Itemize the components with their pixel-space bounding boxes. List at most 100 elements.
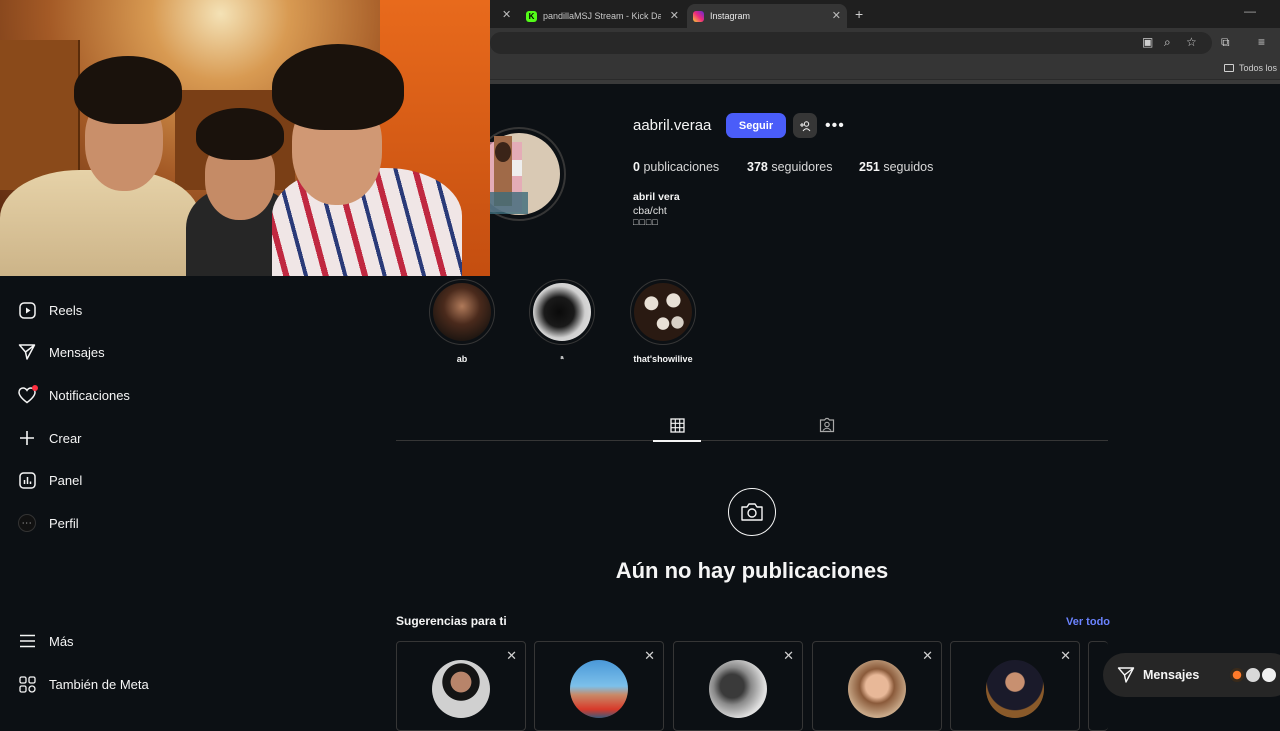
sidebar-item-also-from-meta[interactable]: También de Meta — [18, 672, 149, 696]
sidebar-item-label: Más — [49, 633, 74, 649]
following-stat[interactable]: 251 seguidos — [859, 160, 933, 174]
suggestion-card[interactable]: ✕ — [812, 641, 942, 731]
dismiss-suggestion-button[interactable]: ✕ — [922, 648, 933, 664]
bookmark-star-icon[interactable]: ☆ — [1186, 35, 1197, 49]
new-tab-button[interactable]: + — [855, 6, 863, 22]
suggestion-card[interactable]: ✕ — [396, 641, 526, 731]
more-options-button[interactable]: ••• — [825, 117, 845, 135]
sidebar-item-more[interactable]: Más — [18, 629, 74, 653]
send-icon — [1117, 667, 1135, 683]
sidebar: Reels Mensajes Notificaciones Crear Pane… — [0, 276, 396, 720]
sidebar-item-notifications[interactable]: Notificaciones — [18, 383, 130, 407]
posts-label: publicaciones — [643, 160, 720, 174]
suggestion-avatar[interactable] — [432, 660, 490, 718]
suggest-people-button[interactable] — [793, 113, 817, 138]
close-tab-icon[interactable]: ✕ — [502, 8, 511, 21]
sidebar-item-label: Perfil — [49, 515, 79, 531]
sidebar-item-reels[interactable]: Reels — [18, 298, 82, 322]
cast-icon[interactable]: ▣ — [1142, 35, 1153, 49]
followers-label: seguidores — [771, 160, 833, 174]
suggestion-card[interactable]: ✕ — [950, 641, 1080, 731]
reels-icon — [18, 301, 36, 319]
minimize-button[interactable]: — — [1244, 4, 1256, 18]
conversation-avatar — [1229, 667, 1245, 683]
dismiss-suggestion-button[interactable]: ✕ — [783, 648, 794, 664]
posts-count: 0 — [633, 160, 640, 174]
bookmarks-folder[interactable]: Todos los m — [1224, 63, 1280, 73]
dismiss-suggestion-button[interactable]: ✕ — [1060, 648, 1071, 664]
suggestions-title: Sugerencias para ti — [396, 614, 507, 628]
see-all-link[interactable]: Ver todo — [1066, 616, 1110, 628]
zoom-icon[interactable]: ⌕ — [1164, 35, 1171, 50]
sidebar-item-label: Panel — [49, 472, 83, 488]
profile-avatar-icon: • • • — [18, 514, 36, 532]
posts-stat: 0 publicaciones — [633, 160, 719, 174]
bio-glyphs: □□□□ — [633, 217, 659, 227]
heart-icon — [18, 385, 38, 404]
suggestion-card[interactable]: ✕ — [534, 641, 664, 731]
reading-list-icon[interactable]: ≡ — [1258, 35, 1265, 49]
highlight-cover — [630, 279, 696, 345]
followers-stat[interactable]: 378 seguidores — [747, 160, 833, 174]
sidebar-item-label: Mensajes — [49, 344, 105, 360]
sidebar-item-label: Notificaciones — [49, 387, 130, 403]
story-highlight[interactable]: ª — [529, 279, 595, 364]
webcam-overlay — [0, 0, 490, 276]
omnibox[interactable] — [490, 32, 1212, 54]
meta-apps-icon — [18, 675, 36, 693]
sidebar-item-label: Crear — [49, 430, 82, 446]
dismiss-suggestion-button[interactable]: ✕ — [506, 648, 517, 664]
kick-favicon-icon: K — [526, 10, 537, 22]
instagram-favicon-icon — [693, 10, 704, 22]
followers-count: 378 — [747, 160, 768, 174]
following-label: seguidos — [883, 160, 934, 174]
highlight-cover — [529, 279, 595, 345]
tab-kick[interactable]: K pandillaMSJ Stream - Kick Dash ✕ — [520, 4, 685, 28]
close-tab-icon[interactable]: ✕ — [670, 9, 679, 22]
tab-title: pandillaMSJ Stream - Kick Dash — [543, 11, 661, 21]
messages-pill-label: Mensajes — [1143, 668, 1200, 682]
conversation-avatar — [1261, 667, 1277, 683]
highlight-label: ª — [560, 354, 564, 364]
dashboard-icon — [18, 471, 36, 489]
suggestion-avatar[interactable] — [986, 660, 1044, 718]
dismiss-suggestion-button[interactable]: ✕ — [644, 648, 655, 664]
sidebar-item-label: Reels — [49, 302, 83, 318]
extensions-icon[interactable]: ⧉ — [1221, 35, 1230, 50]
sidebar-item-messages[interactable]: Mensajes — [18, 340, 105, 364]
grid-icon — [669, 417, 685, 433]
tab-title: Instagram — [710, 11, 751, 21]
tabs-divider — [396, 440, 1108, 441]
notification-badge — [32, 385, 38, 391]
add-person-icon — [800, 120, 811, 131]
camera-icon — [728, 488, 776, 536]
highlight-label: that'showilive — [633, 354, 693, 364]
messages-floating-button[interactable]: Mensajes — [1103, 653, 1280, 697]
tab-posts-grid[interactable] — [653, 410, 701, 442]
sidebar-item-label: También de Meta — [49, 676, 149, 692]
folder-icon — [1224, 64, 1234, 72]
follow-button[interactable]: Seguir — [726, 113, 786, 138]
folder-label: Todos los m — [1239, 63, 1280, 73]
sidebar-item-profile[interactable]: • • • Perfil — [18, 511, 79, 535]
suggestion-card[interactable]: ✕ — [673, 641, 803, 731]
conversation-avatar — [1245, 667, 1261, 683]
highlight-label: ab — [456, 354, 468, 364]
close-tab-icon[interactable]: ✕ — [832, 9, 841, 22]
empty-state-title: Aún no hay publicaciones — [615, 558, 889, 583]
messages-icon — [18, 343, 36, 361]
sidebar-item-create[interactable]: Crear — [18, 426, 82, 450]
webcam-cabinet — [0, 40, 80, 190]
story-highlight[interactable]: that'showilive — [630, 279, 696, 364]
tab-instagram[interactable]: Instagram ✕ — [687, 4, 847, 28]
bio-full-name: abril vera — [633, 191, 680, 203]
story-highlight[interactable]: ab — [429, 279, 495, 364]
suggestion-avatar[interactable] — [709, 660, 767, 718]
suggestion-avatar[interactable] — [848, 660, 906, 718]
profile-username: aabril.veraa — [633, 117, 712, 134]
plus-icon — [18, 429, 36, 447]
suggestion-avatar[interactable] — [570, 660, 628, 718]
tab-tagged[interactable] — [803, 410, 851, 440]
following-count: 251 — [859, 160, 880, 174]
sidebar-item-dashboard[interactable]: Panel — [18, 468, 82, 492]
